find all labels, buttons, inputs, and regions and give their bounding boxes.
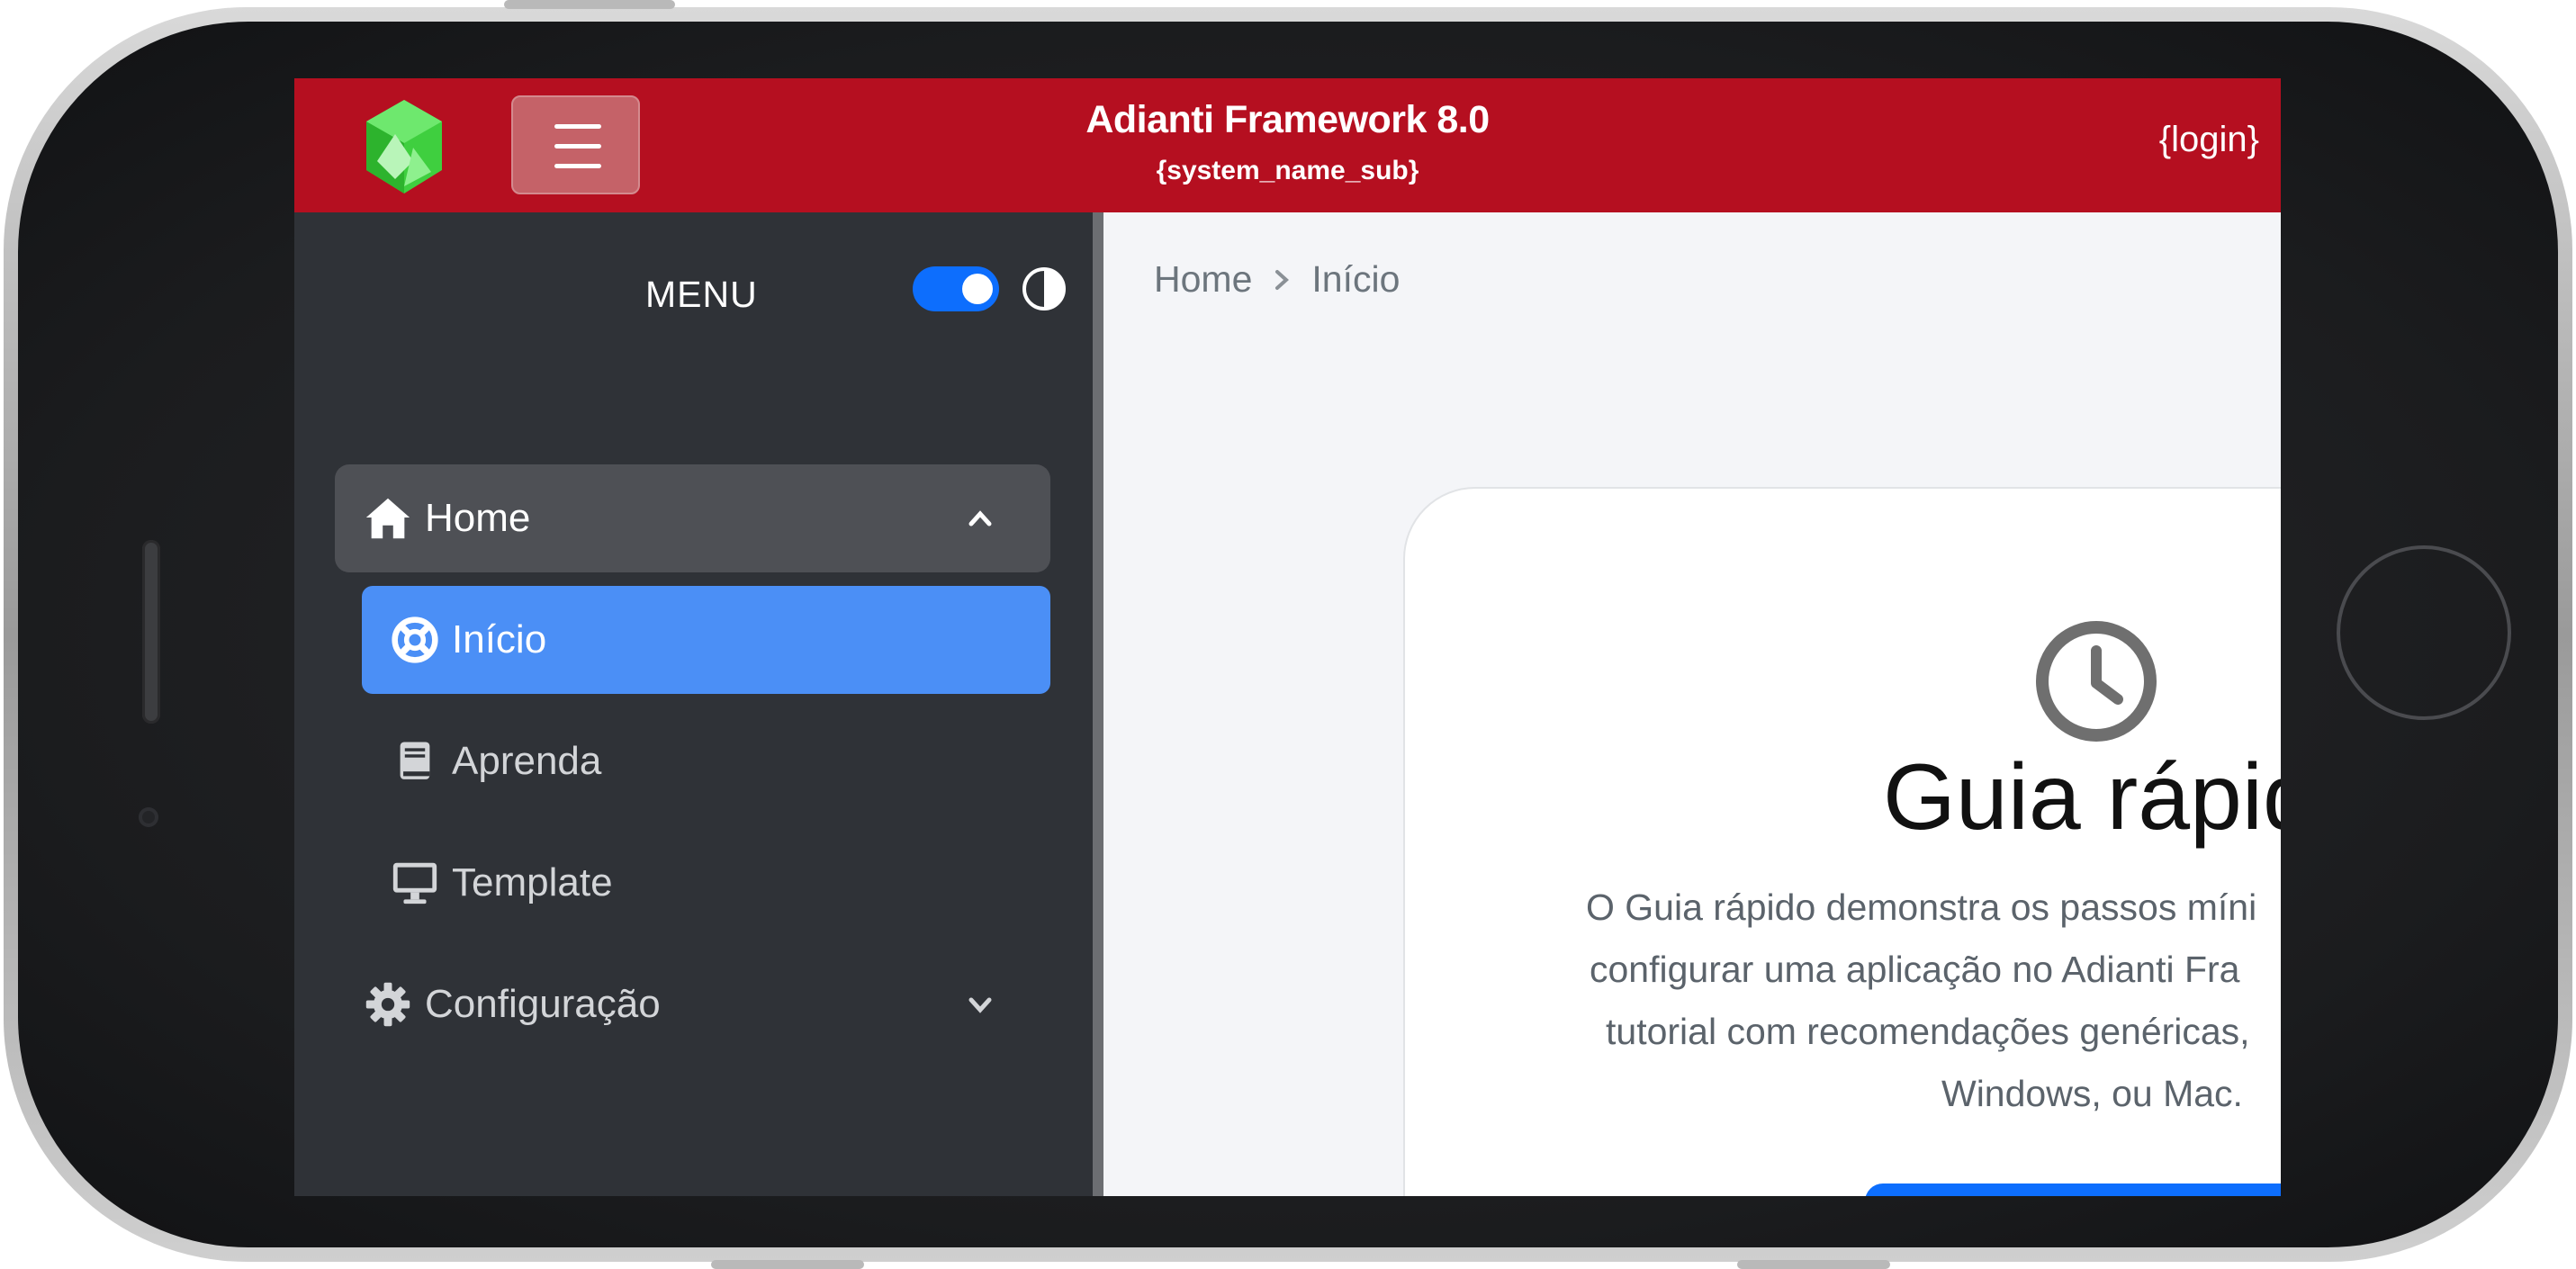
lifebuoy-icon [389,614,441,666]
phone-side-button [1737,1260,1890,1269]
sidebar-item-label: Template [452,860,613,904]
book-icon [389,735,441,788]
card-description-line: tutorial com recomendações genéricas, [1606,1011,2250,1052]
card-description-line: configurar uma aplicação no Adianti Fra [1590,949,2240,990]
sidebar-item-label: Aprenda [452,739,602,783]
desktop-icon [389,857,441,909]
phone-home-button [2337,545,2511,720]
card-action-button[interactable] [1865,1184,2281,1196]
breadcrumb: Home Início [1154,258,1400,301]
top-navbar: Adianti Framework 8.0 {system_name_sub} … [294,78,2281,212]
card-description-line: O Guia rápido demonstra os passos míni [1586,886,2257,928]
sidebar-item-label: Início [452,617,547,662]
app-title: Adianti Framework 8.0 [1085,98,1490,141]
card-description-line: Windows, ou Mac. [1941,1073,2243,1114]
app-subtitle: {system_name_sub} [1156,156,1419,185]
gear-icon [362,978,414,1030]
sidebar: MENU Home Início Aprenda Template Config… [294,212,1093,1196]
theme-toggle[interactable] [913,266,999,311]
phone-volume-button [504,0,675,9]
home-icon [362,492,414,544]
chevron-right-icon [1275,269,1290,290]
app-screen: Adianti Framework 8.0 {system_name_sub} … [294,78,2281,1196]
sidebar-item-configuracao[interactable]: Configuração [335,950,1050,1058]
sidebar-item-home[interactable]: Home [335,464,1050,572]
breadcrumb-current: Início [1311,258,1401,300]
phone-camera [139,807,158,827]
chevron-down-icon [968,997,992,1013]
menu-label: MENU [645,274,758,315]
card-title: Guia rápido [1883,745,2281,850]
phone-speaker [142,540,160,724]
contrast-icon[interactable] [1022,266,1067,311]
sidebar-divider [1093,212,1103,1196]
sidebar-item-template[interactable]: Template [362,829,1050,937]
clock-icon [2036,621,2157,742]
sidebar-item-inicio[interactable]: Início [362,586,1050,694]
breadcrumb-home[interactable]: Home [1154,258,1252,301]
phone-side-button [711,1260,864,1269]
sidebar-item-label: Configuração [425,982,661,1026]
login-link[interactable]: {login} [2159,120,2259,160]
card-description: O Guia rápido demonstra os passos míni c… [1586,877,2281,1125]
sidebar-item-label: Home [425,496,531,540]
chevron-up-icon [968,510,992,526]
sidebar-item-aprenda[interactable]: Aprenda [362,707,1050,815]
